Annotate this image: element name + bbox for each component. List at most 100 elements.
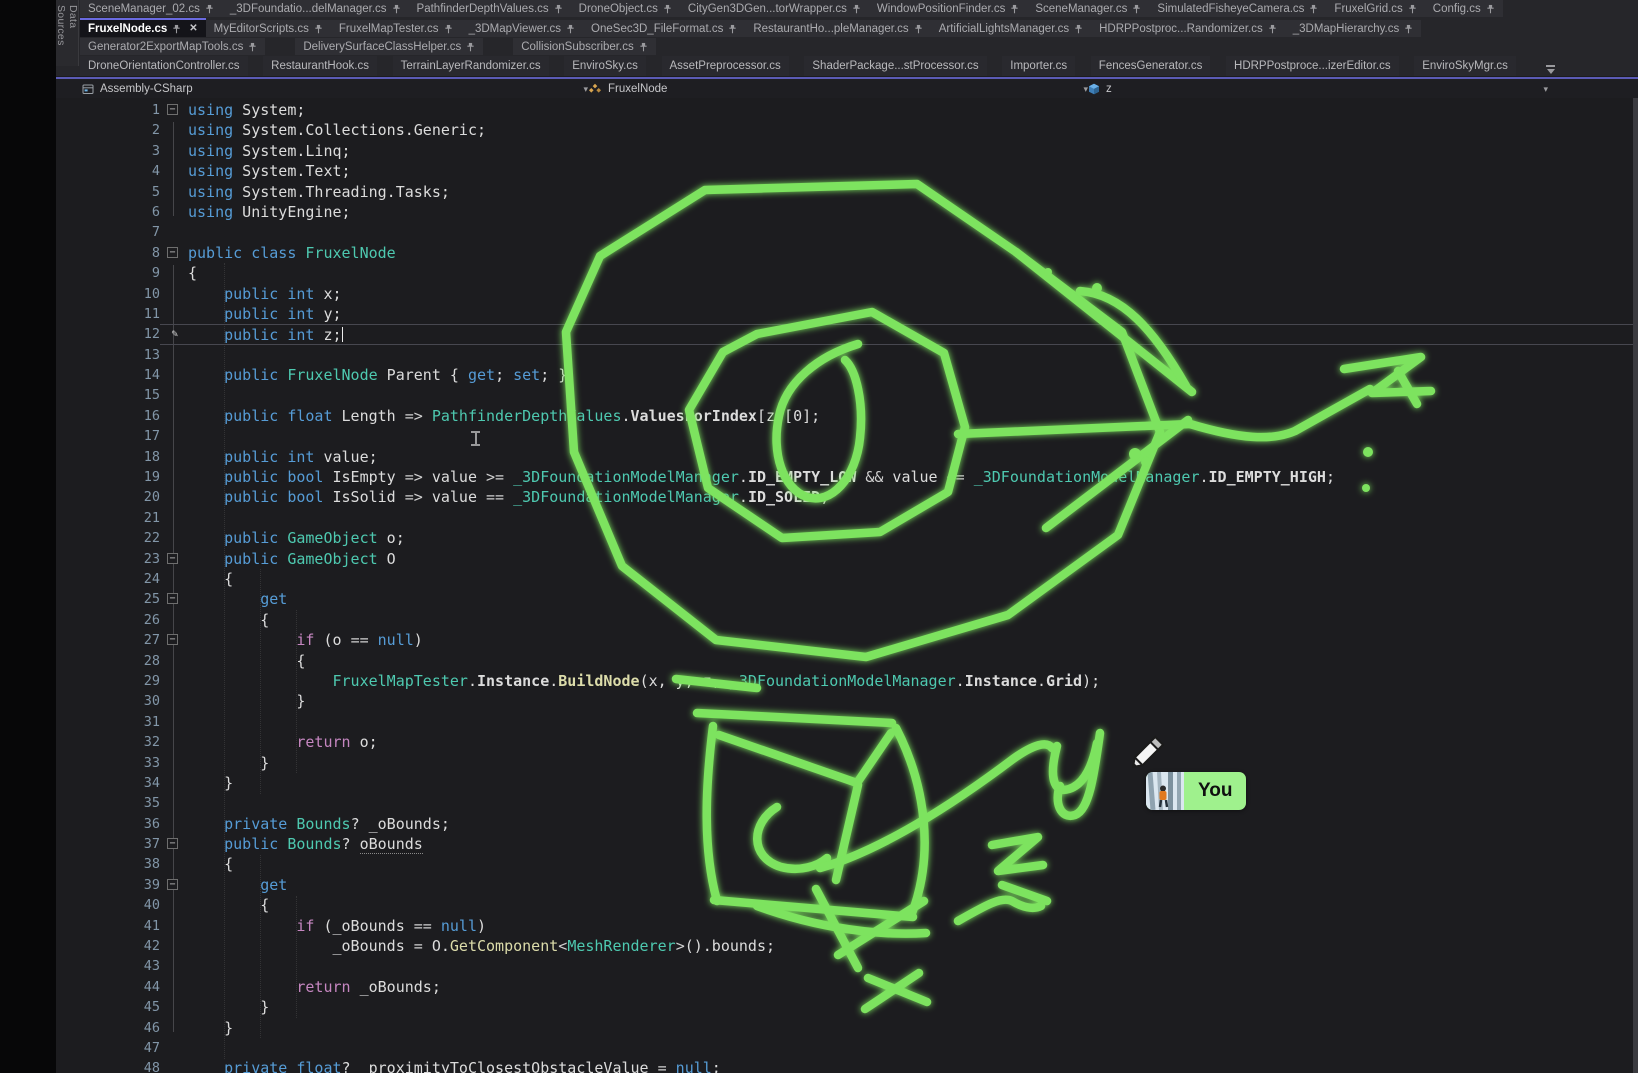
code-line-37[interactable]: 37− public Bounds? oBounds (56, 834, 1638, 854)
document-tab[interactable]: HDRPPostproce...izerEditor.cs ✕ (1226, 56, 1399, 76)
code-line-22[interactable]: 22 public GameObject o; (56, 528, 1638, 548)
code-line-20[interactable]: 20 public bool IsSolid => value == _3DFo… (56, 487, 1638, 507)
collapse-icon[interactable]: − (167, 879, 178, 890)
hidden-tabs-overflow-icon[interactable] (1545, 64, 1556, 76)
code-line-34[interactable]: 34 } (56, 773, 1638, 793)
document-tab[interactable]: RestaurantHook.cs ✕ (263, 56, 377, 76)
breadcrumb-member[interactable]: z ▾ (1088, 83, 1638, 95)
document-tab[interactable]: FruxelNode.cs ✕ (80, 18, 206, 37)
document-tab[interactable]: _3DMapHierarchy.cs ✕ (1285, 20, 1422, 37)
code-line-46[interactable]: 46 } (56, 1018, 1638, 1038)
pin-icon[interactable] (1309, 4, 1318, 14)
document-tab[interactable]: FencesGenerator.cs ✕ (1091, 56, 1211, 76)
pin-icon[interactable] (1268, 24, 1277, 34)
code-line-13[interactable]: 13 (56, 345, 1638, 365)
document-tab[interactable]: ShaderPackage...stProcessor.cs ✕ (804, 56, 986, 76)
code-line-28[interactable]: 28 { (56, 651, 1638, 671)
fold-margin[interactable]: − (160, 875, 188, 895)
pin-icon[interactable] (205, 4, 214, 14)
document-tab[interactable]: MyEditorScripts.cs ✕ (206, 20, 331, 37)
close-icon[interactable]: ✕ (186, 23, 197, 34)
code-line-15[interactable]: 15 (56, 385, 1638, 405)
code-line-35[interactable]: 35 (56, 793, 1638, 813)
code-line-33[interactable]: 33 } (56, 753, 1638, 773)
data-sources-panel-tab[interactable]: Data Sources (56, 0, 79, 66)
code-line-5[interactable]: 5using System.Threading.Tasks; (56, 182, 1638, 202)
pin-icon[interactable] (1132, 4, 1141, 14)
code-line-12[interactable]: 12✎ public int z; (56, 324, 1638, 344)
code-line-24[interactable]: 24 { (56, 569, 1638, 589)
chevron-down-icon[interactable]: ▾ (1543, 84, 1548, 95)
pin-icon[interactable] (1010, 4, 1019, 14)
document-tab[interactable]: EnviroSkyMgr.cs ✕ (1414, 56, 1516, 76)
code-line-14[interactable]: 14 public FruxelNode Parent { get; set; … (56, 365, 1638, 385)
document-tab[interactable]: _3DMapViewer.cs ✕ (461, 20, 583, 37)
document-tab[interactable]: TerrainLayerRandomizer.cs ✕ (393, 56, 549, 76)
code-line-30[interactable]: 30 } (56, 691, 1638, 711)
code-line-19[interactable]: 19 public bool IsEmpty => value >= _3DFo… (56, 467, 1638, 487)
document-tab[interactable]: OneSec3D_FileFormat.cs ✕ (583, 20, 745, 37)
pin-icon[interactable] (554, 4, 563, 14)
pin-icon[interactable] (314, 24, 323, 34)
collapse-icon[interactable]: − (167, 553, 178, 564)
code-line-40[interactable]: 40 { (56, 895, 1638, 915)
pin-icon[interactable] (663, 4, 672, 14)
document-tab[interactable]: WindowPositionFinder.cs ✕ (869, 0, 1027, 17)
document-tab[interactable]: SceneManager_02.cs ✕ (80, 0, 222, 17)
pin-icon[interactable] (1074, 24, 1083, 34)
code-line-21[interactable]: 21 (56, 508, 1638, 528)
code-line-7[interactable]: 7 (56, 222, 1638, 242)
code-line-26[interactable]: 26 { (56, 610, 1638, 630)
code-line-29[interactable]: 29 FruxelMapTester.Instance.BuildNode(x,… (56, 671, 1638, 691)
document-tab[interactable]: FruxelGrid.cs ✕ (1326, 0, 1424, 17)
collapse-icon[interactable]: − (167, 634, 178, 645)
breadcrumb-project[interactable]: Assembly-CSharp ▾ (82, 83, 588, 95)
code-line-3[interactable]: 3using System.Linq; (56, 141, 1638, 161)
fold-margin[interactable]: − (160, 549, 188, 569)
code-line-17[interactable]: 17 (56, 426, 1638, 446)
code-line-23[interactable]: 23− public GameObject O (56, 549, 1638, 569)
code-line-41[interactable]: 41 if (_oBounds == null) (56, 916, 1638, 936)
collapse-icon[interactable]: − (167, 838, 178, 849)
collapse-icon[interactable]: − (167, 247, 178, 258)
document-tab[interactable]: AssetPreprocessor.cs ✕ (662, 56, 789, 76)
code-line-47[interactable]: 47 (56, 1038, 1638, 1058)
pin-icon[interactable] (248, 42, 257, 52)
pin-icon[interactable] (914, 24, 923, 34)
pin-icon[interactable] (466, 42, 475, 52)
pin-icon[interactable] (1486, 4, 1495, 14)
breadcrumb-type[interactable]: FruxelNode ▾ (588, 83, 1088, 95)
document-tab[interactable]: SceneManager.cs ✕ (1027, 0, 1149, 17)
document-tab[interactable]: DroneObject.cs ✕ (571, 0, 680, 17)
document-tab[interactable]: Importer.cs ✕ (1002, 56, 1075, 76)
code-line-48[interactable]: 48 private float? _proximityToClosestObs… (56, 1058, 1638, 1073)
code-line-45[interactable]: 45 } (56, 997, 1638, 1017)
document-tab[interactable]: _3DFoundatio...delManager.cs ✕ (222, 0, 409, 17)
code-editor[interactable]: 1−using System;2using System.Collections… (56, 98, 1638, 1073)
document-tab[interactable]: CollisionSubscriber.cs ✕ (513, 38, 656, 55)
code-line-42[interactable]: 42 _oBounds = O.GetComponent<MeshRendere… (56, 936, 1638, 956)
code-line-36[interactable]: 36 private Bounds? _oBounds; (56, 814, 1638, 834)
document-tab[interactable]: DeliverySurfaceClassHelper.cs ✕ (295, 38, 483, 55)
collapse-icon[interactable]: − (167, 593, 178, 604)
code-line-31[interactable]: 31 (56, 712, 1638, 732)
document-tab[interactable]: EnviroSky.cs ✕ (564, 56, 646, 76)
pin-icon[interactable] (172, 24, 181, 34)
code-line-18[interactable]: 18 public int value; (56, 447, 1638, 467)
document-tab[interactable]: SimulatedFisheyeCamera.cs ✕ (1149, 0, 1326, 17)
code-line-44[interactable]: 44 return _oBounds; (56, 977, 1638, 997)
code-line-25[interactable]: 25− get (56, 589, 1638, 609)
fold-margin[interactable]: − (160, 243, 188, 263)
pin-icon[interactable] (444, 24, 453, 34)
code-line-38[interactable]: 38 { (56, 854, 1638, 874)
fold-margin[interactable]: − (160, 589, 188, 609)
code-line-6[interactable]: 6using UnityEngine; (56, 202, 1638, 222)
fold-margin[interactable]: − (160, 100, 188, 120)
document-tab[interactable]: PathfinderDepthValues.cs ✕ (409, 0, 571, 17)
code-line-9[interactable]: 9{ (56, 263, 1638, 283)
code-line-11[interactable]: 11 public int y; (56, 304, 1638, 324)
pin-icon[interactable] (1404, 24, 1413, 34)
document-tab[interactable]: ArtificialLightsManager.cs ✕ (931, 20, 1091, 37)
fold-margin[interactable]: − (160, 630, 188, 650)
pin-icon[interactable] (852, 4, 861, 14)
